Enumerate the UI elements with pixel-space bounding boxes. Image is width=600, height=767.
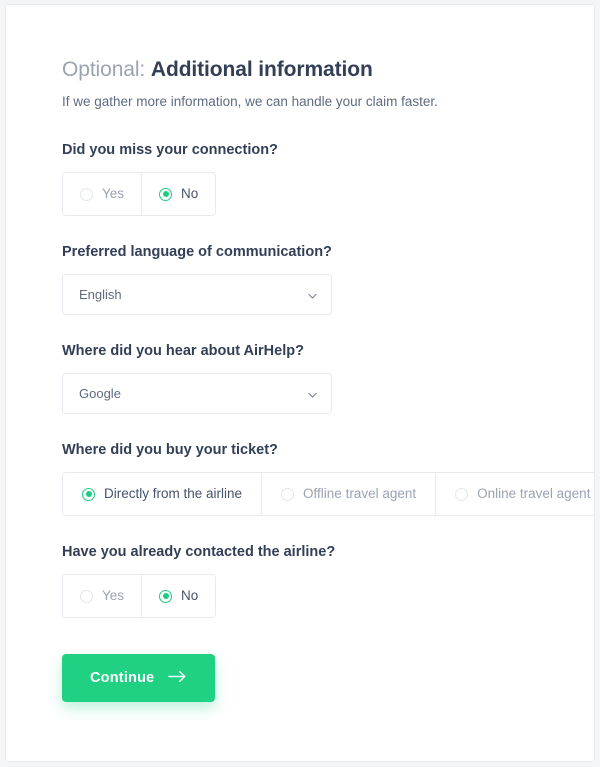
page-subtitle: If we gather more information, we can ha… [62, 94, 438, 109]
radio-circle-icon [80, 589, 93, 603]
field-missed-connection: Did you miss your connection? Yes No [62, 141, 538, 216]
radio-option-missed-connection-yes[interactable]: Yes [63, 173, 143, 215]
radio-option-contacted-airline-yes[interactable]: Yes [63, 575, 143, 617]
radio-option-contacted-airline-no[interactable]: No [142, 575, 216, 617]
radio-label: No [181, 186, 199, 202]
field-label-hear-about-airhelp: Where did you hear about AirHelp? [62, 343, 304, 359]
form-content: Optional: Additional information If we g… [6, 5, 594, 702]
select-wrapper-hear-about-airhelp: Google [62, 373, 332, 414]
radio-label: Directly from the airline [104, 486, 243, 502]
field-hear-about-airhelp: Where did you hear about AirHelp? Google [62, 342, 538, 414]
select-value: English [79, 287, 122, 302]
field-ticket-purchase: Where did you buy your ticket? Directly … [62, 441, 594, 516]
radio-option-missed-connection-no[interactable]: No [142, 173, 216, 215]
field-contacted-airline: Have you already contacted the airline? … [62, 543, 538, 618]
continue-button[interactable]: Continue [62, 654, 216, 702]
radio-circle-icon [281, 487, 295, 501]
radio-label: Yes [102, 186, 125, 202]
select-hear-about-airhelp[interactable]: Google [62, 373, 332, 414]
arrow-right-icon [168, 670, 187, 687]
page-title-strong: Additional information [150, 58, 373, 81]
radio-label: Offline travel agent [303, 486, 417, 502]
field-label-preferred-language: Preferred language of communication? [62, 244, 332, 260]
radio-option-directly-from-airline[interactable]: Directly from the airline [63, 473, 263, 515]
radio-circle-selected-icon [82, 487, 95, 501]
page-title: Optional: Additional information [62, 57, 538, 83]
field-label-missed-connection: Did you miss your connection? [62, 142, 278, 158]
continue-button-label: Continue [90, 670, 155, 686]
select-wrapper-preferred-language: English [62, 274, 332, 315]
field-label-ticket-purchase: Where did you buy your ticket? [62, 442, 278, 458]
radio-circle-selected-icon [159, 187, 173, 201]
radio-circle-selected-icon [159, 589, 173, 603]
field-preferred-language: Preferred language of communication? Eng… [62, 243, 538, 315]
form-card: Optional: Additional information If we g… [5, 4, 595, 762]
submit-row: Continue [62, 654, 538, 702]
radio-label: Yes [102, 588, 125, 604]
radio-group-missed-connection: Yes No [62, 172, 217, 216]
radio-label: Online travel agent [477, 486, 591, 502]
radio-group-contacted-airline: Yes No [62, 574, 217, 618]
page-title-prefix: Optional: [62, 58, 146, 81]
radio-circle-icon [455, 487, 469, 501]
field-label-contacted-airline: Have you already contacted the airline? [62, 544, 336, 560]
radio-label: No [181, 588, 199, 604]
select-value: Google [79, 386, 121, 401]
select-preferred-language[interactable]: English [62, 274, 332, 315]
radio-group-ticket-purchase: Directly from the airline Offline travel… [62, 472, 594, 516]
radio-circle-icon [80, 187, 93, 201]
radio-option-offline-travel-agent[interactable]: Offline travel agent [262, 473, 437, 515]
radio-option-online-travel-agent[interactable]: Online travel agent [436, 473, 594, 515]
